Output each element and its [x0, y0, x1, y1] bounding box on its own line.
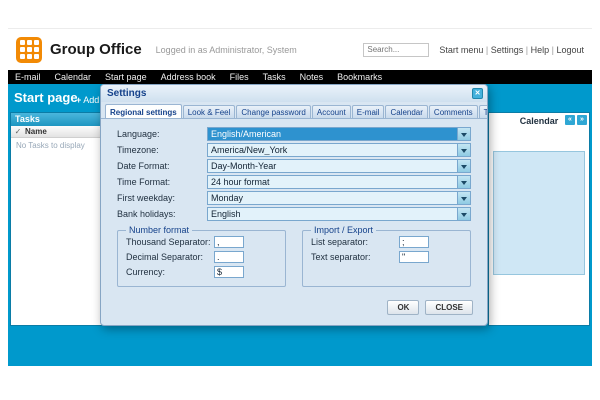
- menu-item-calendar[interactable]: Calendar: [48, 72, 99, 82]
- currency-input[interactable]: [214, 266, 244, 278]
- link-logout[interactable]: Logout: [556, 45, 584, 55]
- tab-comments[interactable]: Comments: [429, 105, 478, 118]
- text-separator-input[interactable]: [399, 251, 429, 263]
- bank-holidays-select[interactable]: English: [207, 207, 471, 221]
- bank-holidays-value: English: [211, 209, 257, 219]
- chevron-down-icon[interactable]: [457, 144, 470, 156]
- language-label: Language:: [117, 129, 207, 139]
- chevron-down-icon[interactable]: [457, 128, 470, 140]
- import-export-fieldset: Import / Export List separator: Text sep…: [302, 225, 471, 287]
- list-separator-label: List separator:: [311, 237, 399, 247]
- chevron-right-icon[interactable]: »: [577, 115, 587, 125]
- dialog-close-button[interactable]: ✕: [472, 88, 483, 99]
- calendar-panel-tools: « »: [565, 115, 587, 125]
- language-select[interactable]: English/American: [207, 127, 471, 141]
- calendar-panel-header: Calendar « »: [489, 113, 589, 128]
- import-export-legend: Import / Export: [311, 225, 376, 235]
- number-format-fieldset: Number format Thousand Separator: Decima…: [117, 225, 286, 287]
- bank-holidays-label: Bank holidays:: [117, 209, 207, 219]
- app-header: Group Office Logged in as Administrator,…: [8, 28, 592, 70]
- time-format-label: Time Format:: [117, 177, 207, 187]
- time-format-value: 24 hour format: [211, 177, 286, 187]
- calendar-content-box: [493, 151, 585, 275]
- tab-change-password[interactable]: Change password: [236, 105, 310, 118]
- close-icon: ✕: [475, 90, 481, 97]
- dialog-buttons: OK CLOSE: [387, 300, 473, 315]
- number-format-legend: Number format: [126, 225, 192, 235]
- first-weekday-label: First weekday:: [117, 193, 207, 203]
- dialog-titlebar[interactable]: Settings ✕: [101, 85, 487, 102]
- text-separator-label: Text separator:: [311, 252, 399, 262]
- settings-dialog: Settings ✕ Regional settings Look & Feel…: [100, 84, 488, 326]
- menu-item-email[interactable]: E-mail: [8, 72, 48, 82]
- decimal-separator-label: Decimal Separator:: [126, 252, 214, 262]
- date-format-label: Date Format:: [117, 161, 207, 171]
- regional-settings-form: Language: English/American Timezone: Ame…: [117, 127, 471, 223]
- dialog-fieldsets: Number format Thousand Separator: Decima…: [117, 225, 471, 287]
- timezone-value: America/New_York: [211, 145, 303, 155]
- thousand-separator-label: Thousand Separator:: [126, 237, 214, 247]
- language-value: English/American: [211, 129, 297, 139]
- add-button-label: Add: [83, 95, 99, 105]
- currency-label: Currency:: [126, 267, 214, 277]
- tab-account[interactable]: Account: [312, 105, 351, 118]
- add-button[interactable]: +Add: [76, 95, 99, 105]
- close-button[interactable]: CLOSE: [425, 300, 473, 315]
- menu-item-address-book[interactable]: Address book: [154, 72, 223, 82]
- check-icon[interactable]: ✓: [11, 127, 25, 136]
- tab-look-and-feel[interactable]: Look & Feel: [183, 105, 236, 118]
- ok-button[interactable]: OK: [387, 300, 419, 315]
- thousand-separator-input[interactable]: [214, 236, 244, 248]
- chevron-down-icon[interactable]: [457, 192, 470, 204]
- chevron-left-icon[interactable]: «: [565, 115, 575, 125]
- date-format-value: Day-Month-Year: [211, 161, 292, 171]
- search-input[interactable]: [363, 43, 429, 57]
- timezone-select[interactable]: America/New_York: [207, 143, 471, 157]
- chevron-down-icon[interactable]: [457, 176, 470, 188]
- tab-regional-settings[interactable]: Regional settings: [105, 104, 182, 119]
- link-help[interactable]: Help: [531, 45, 557, 55]
- calendar-panel: Calendar « »: [488, 112, 590, 326]
- first-weekday-select[interactable]: Monday: [207, 191, 471, 205]
- app-title: Group Office: [50, 41, 142, 58]
- calendar-panel-title: Calendar: [520, 116, 559, 126]
- main-menubar: E-mail Calendar Start page Address book …: [8, 70, 592, 84]
- chevron-down-icon[interactable]: [457, 208, 470, 220]
- plus-icon: +: [76, 95, 81, 105]
- dialog-tabstrip: Regional settings Look & Feel Change pas…: [101, 102, 487, 119]
- tab-tasks[interactable]: Tasks: [479, 105, 487, 118]
- dialog-title: Settings: [107, 88, 146, 99]
- group-office-logo-icon: [16, 37, 42, 63]
- link-settings[interactable]: Settings: [491, 45, 531, 55]
- header-links: Start menu Settings Help Logout: [439, 45, 584, 55]
- tasks-column-name[interactable]: Name: [25, 127, 47, 136]
- tab-calendar[interactable]: Calendar: [385, 105, 427, 118]
- menu-item-notes[interactable]: Notes: [293, 72, 331, 82]
- decimal-separator-input[interactable]: [214, 251, 244, 263]
- menu-item-files[interactable]: Files: [223, 72, 256, 82]
- first-weekday-value: Monday: [211, 193, 259, 203]
- menu-item-tasks[interactable]: Tasks: [256, 72, 293, 82]
- login-status: Logged in as Administrator, System: [156, 45, 297, 55]
- list-separator-input[interactable]: [399, 236, 429, 248]
- time-format-select[interactable]: 24 hour format: [207, 175, 471, 189]
- menu-item-bookmarks[interactable]: Bookmarks: [330, 72, 389, 82]
- chevron-down-icon[interactable]: [457, 160, 470, 172]
- tab-email[interactable]: E-mail: [352, 105, 385, 118]
- timezone-label: Timezone:: [117, 145, 207, 155]
- date-format-select[interactable]: Day-Month-Year: [207, 159, 471, 173]
- link-start-menu[interactable]: Start menu: [439, 45, 490, 55]
- page-title: Start page: [14, 90, 78, 105]
- menu-item-start-page[interactable]: Start page: [98, 72, 154, 82]
